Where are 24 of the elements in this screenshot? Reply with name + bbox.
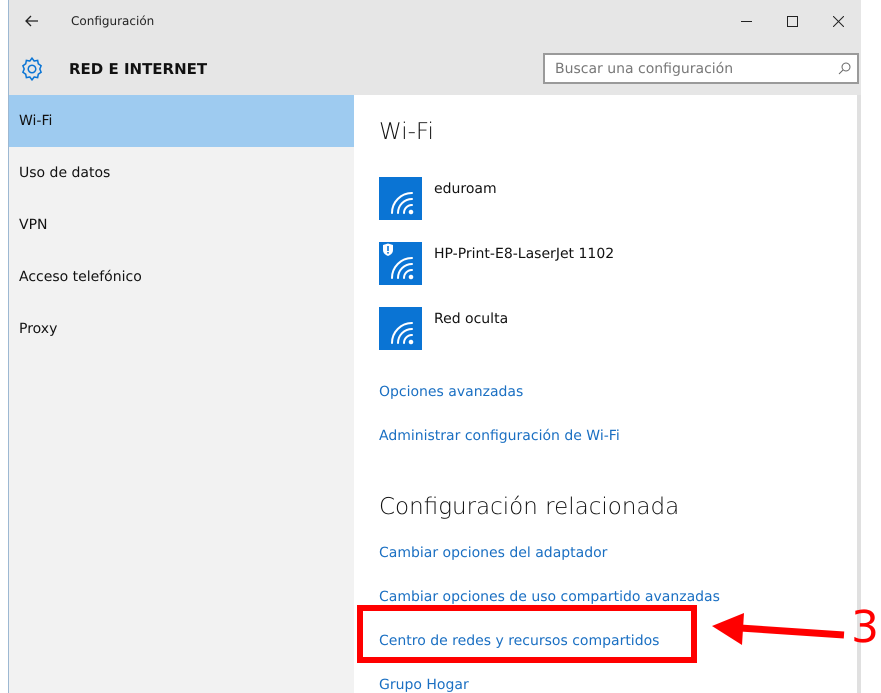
window-title: Configuración: [71, 14, 156, 28]
sidebar-item[interactable]: VPN: [9, 199, 354, 251]
search-icon: [838, 62, 851, 75]
section-heading: Wi-Fi: [379, 119, 435, 145]
network-name[interactable]: HP-Print-E8-LaserJet 1102: [434, 246, 614, 262]
maximize-icon: [786, 16, 798, 26]
settings-icon: [19, 56, 45, 82]
section-title: RED E INTERNET: [69, 60, 208, 78]
settings-link[interactable]: Opciones avanzadas: [379, 384, 857, 428]
sidebar-item[interactable]: Wi-Fi: [9, 95, 354, 147]
network-name[interactable]: Red oculta: [434, 311, 508, 327]
close-icon: [832, 16, 844, 26]
section-heading: Configuración relacionada: [379, 494, 680, 520]
search-field[interactable]: Buscar una configuración: [543, 53, 859, 84]
back-arrow-icon: [25, 15, 39, 27]
settings-link[interactable]: Grupo Hogar: [379, 677, 857, 693]
settings-link[interactable]: Cambiar opciones del adaptador: [379, 545, 857, 589]
minimize-icon: [740, 20, 752, 22]
sidebar-item[interactable]: Acceso telefónico: [9, 251, 354, 303]
annotation-number: 3: [851, 606, 879, 650]
settings-link[interactable]: Administrar configuración de Wi-Fi: [379, 428, 857, 472]
sidebar-item[interactable]: Proxy: [9, 303, 354, 355]
network-name[interactable]: eduroam: [434, 181, 497, 197]
sidebar-item[interactable]: Uso de datos: [9, 147, 354, 199]
